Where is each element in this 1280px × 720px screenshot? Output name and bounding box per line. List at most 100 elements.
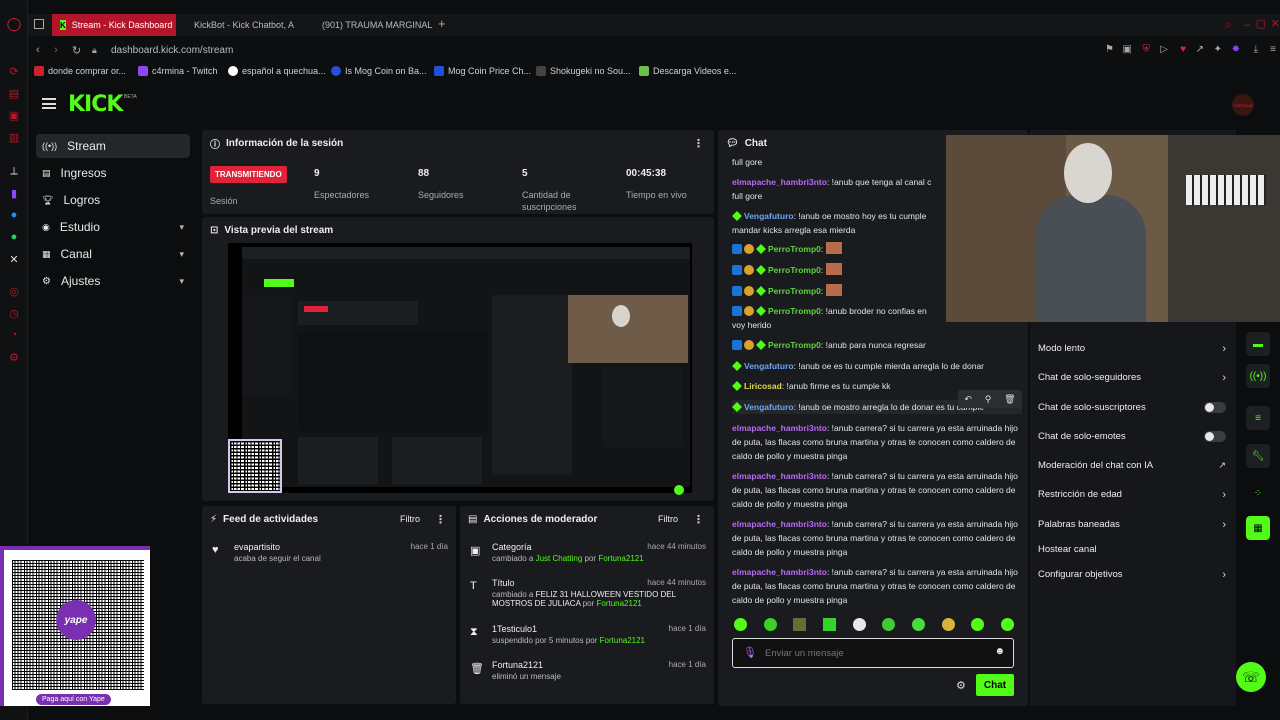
messenger-icon[interactable]: ● <box>6 207 22 223</box>
emote-icon[interactable] <box>971 618 985 631</box>
chat-message[interactable]: elmapache_hambri3nto: !anub carrera? si … <box>732 421 1022 463</box>
sidebar-ext-icon[interactable]: ◔ <box>6 327 22 343</box>
sidebar-ext-icon[interactable]: ▥ <box>6 129 22 145</box>
more-icon[interactable]: ⋮ <box>693 513 704 526</box>
setting-emotes-only[interactable]: Chat de solo-emotes <box>1038 431 1226 442</box>
more-icon[interactable]: ⋮ <box>435 513 446 526</box>
chat-input[interactable] <box>765 645 985 661</box>
sidebar-ext-icon[interactable]: ◎ <box>6 283 22 299</box>
search-tabs-icon[interactable]: ⌕ <box>1225 17 1232 32</box>
filter-button[interactable]: Filtro <box>658 514 678 524</box>
emote-icon[interactable] <box>882 618 896 631</box>
setting-goals[interactable]: Configurar objetivos › <box>1038 569 1226 581</box>
back-icon[interactable]: ‹ <box>36 44 40 56</box>
help-chat-button[interactable]: ☏ <box>1236 662 1266 692</box>
new-tab-icon[interactable]: + <box>438 16 446 31</box>
tab-menu-icon[interactable] <box>34 19 44 29</box>
reply-icon[interactable]: ↶ <box>964 394 972 405</box>
bookmark-item[interactable]: Descarga Videos e... <box>639 66 736 76</box>
chat-message[interactable]: elmapache_hambri3nto: !anub carrera? si … <box>732 565 1022 607</box>
bookmark-item[interactable]: donde comprar or... <box>34 66 126 76</box>
sidebar-ext-icon[interactable]: ⟂ <box>6 163 22 179</box>
send-chat-button[interactable]: Chat <box>976 674 1014 696</box>
bookmark-item[interactable]: Mog Coin Price Ch... <box>434 66 531 76</box>
emote-icon[interactable] <box>734 618 747 631</box>
tab-kick-dashboard[interactable]: K Stream - Kick Dashboard <box>52 14 176 36</box>
nav-canal[interactable]: ▦ Canal ▾ <box>36 242 190 266</box>
menu-icon[interactable]: ≡ <box>1270 44 1276 55</box>
shield-icon[interactable]: ⛨ <box>1143 44 1151 55</box>
filter-button[interactable]: Filtro <box>400 514 420 524</box>
history-icon[interactable]: ◷ <box>6 305 22 321</box>
microphone-icon[interactable]: 🎙︎ <box>743 646 757 659</box>
broadcast-rail-icon[interactable]: ((•)) <box>1246 364 1270 388</box>
chat-rail-icon[interactable]: ▬ <box>1246 332 1270 356</box>
reload-icon[interactable]: ↻ <box>72 44 81 57</box>
chat-message[interactable]: elmapache_hambri3nto: !anub carrera? si … <box>732 517 1022 559</box>
bookmark-item[interactable]: Shokugeki no Sou... <box>536 66 631 76</box>
stream-preview-video[interactable] <box>228 243 692 495</box>
setting-age-restriction[interactable]: Restricción de edad › <box>1038 489 1226 501</box>
clapper-rail-icon[interactable]: ▦ <box>1246 516 1270 540</box>
kick-logo[interactable]: KICK <box>68 92 123 117</box>
more-icon[interactable]: ⋮ <box>693 137 704 150</box>
snapshot-icon[interactable]: ▣ <box>1123 44 1132 55</box>
emote-icon[interactable] <box>763 618 777 631</box>
play-icon[interactable]: ▷ <box>1160 44 1168 55</box>
emote-icon[interactable] <box>941 618 955 631</box>
pin-icon[interactable]: ⚲ <box>985 394 992 405</box>
sidebar-ext-icon[interactable]: ⟳ <box>6 63 22 79</box>
emote-icon[interactable] <box>852 618 866 631</box>
list-rail-icon[interactable]: ≡ <box>1246 406 1270 430</box>
apps-rail-icon[interactable]: ⁘ <box>1246 481 1270 505</box>
emote-icon[interactable] <box>793 618 807 631</box>
maximize-icon[interactable]: ▢ <box>1256 17 1266 30</box>
chat-message[interactable]: PerroTromp0: !anub para nunca regresar <box>732 338 1022 352</box>
setting-slow-mode[interactable]: Modo lento › <box>1038 343 1226 355</box>
minimize-icon[interactable]: – <box>1243 17 1250 31</box>
download-icon[interactable]: ⤓ <box>1254 44 1258 55</box>
emote-icon[interactable] <box>911 618 925 631</box>
gear-icon[interactable]: ⚙ <box>956 679 966 692</box>
whatsapp-icon[interactable]: ● <box>6 229 22 245</box>
tab-youtube[interactable]: (901) TRAUMA MARGINAL <box>308 14 434 36</box>
nav-estudio[interactable]: ◉ Estudio ▾ <box>36 215 190 239</box>
twitch-icon[interactable]: ▮ <box>6 185 22 201</box>
hamburger-icon[interactable] <box>42 98 56 109</box>
opera-logo-icon[interactable]: ◯ <box>6 16 22 32</box>
settings-icon[interactable]: ⚙ <box>6 349 22 365</box>
emotes-only-toggle[interactable] <box>1204 431 1226 442</box>
nav-ingresos[interactable]: ▤ Ingresos <box>36 161 190 185</box>
emoji-icon[interactable]: ☻ <box>994 646 1005 657</box>
heart-icon[interactable]: ♥ <box>1180 44 1186 55</box>
extension-icon[interactable]: ⚑ <box>1105 44 1114 55</box>
share-icon[interactable]: ↗ <box>1196 44 1204 55</box>
x-icon[interactable]: ✕ <box>6 251 22 267</box>
subscribers-only-toggle[interactable] <box>1204 402 1226 413</box>
bookmark-item[interactable]: español a quechua... <box>228 66 326 76</box>
setting-subscribers-only[interactable]: Chat de solo-suscriptores <box>1038 402 1226 413</box>
avatar[interactable]: FORTUNA <box>1232 94 1254 116</box>
setting-host-channel[interactable]: Hostear canal <box>1038 544 1226 555</box>
emote-icon[interactable] <box>822 618 836 631</box>
trash-icon[interactable]: 🗑︎ <box>1004 394 1015 405</box>
nav-ajustes[interactable]: ⚙ Ajustes ▾ <box>36 269 190 293</box>
sidebar-ext-icon[interactable]: ▣ <box>6 107 22 123</box>
sidebar-ext-icon[interactable]: ▤ <box>6 85 22 101</box>
nav-logros[interactable]: 🏆︎ Logros <box>36 188 190 212</box>
chat-message[interactable]: Vengafuturo: !anub oe es tu cumple mierd… <box>732 359 1022 373</box>
tab-kickbot[interactable]: KickBot - Kick Chatbot, A <box>180 14 302 36</box>
emote-icon[interactable] <box>1000 618 1014 631</box>
nav-stream[interactable]: ((•)) Stream <box>36 134 190 158</box>
bookmark-item[interactable]: c4rmina - Twitch <box>138 66 217 76</box>
setting-ai-moderation[interactable]: Moderación del chat con IA ↗ <box>1038 460 1226 471</box>
wrench-rail-icon[interactable]: 🔧︎ <box>1246 444 1270 468</box>
close-icon[interactable]: ✕ <box>1271 17 1280 30</box>
bookmark-item[interactable]: Is Mog Coin on Ba... <box>331 66 427 76</box>
forward-icon[interactable]: › <box>54 44 58 56</box>
setting-followers-only[interactable]: Chat de solo-seguidores › <box>1038 372 1226 384</box>
chat-message[interactable]: elmapache_hambri3nto: !anub carrera? si … <box>732 469 1022 511</box>
setting-banned-words[interactable]: Palabras baneadas › <box>1038 519 1226 531</box>
extension-icon[interactable]: ✸ <box>1232 44 1240 55</box>
puzzle-icon[interactable]: ✦ <box>1214 44 1222 55</box>
